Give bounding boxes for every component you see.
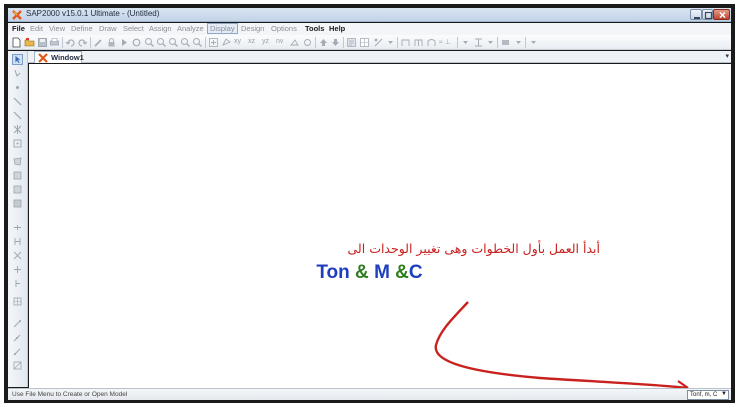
units-dropdown[interactable]: Tonf, m, C ▼ — [687, 390, 729, 400]
status-message: Use File Menu to Create or Open Model — [12, 391, 128, 398]
annotation-arrow — [434, 301, 689, 395]
arrow-curve — [434, 301, 689, 390]
chevron-down-icon: ▼ — [721, 391, 727, 397]
units-dropdown-value: Tonf, m, C — [690, 392, 718, 398]
status-bar: Use File Menu to Create or Open Model To… — [8, 388, 731, 400]
